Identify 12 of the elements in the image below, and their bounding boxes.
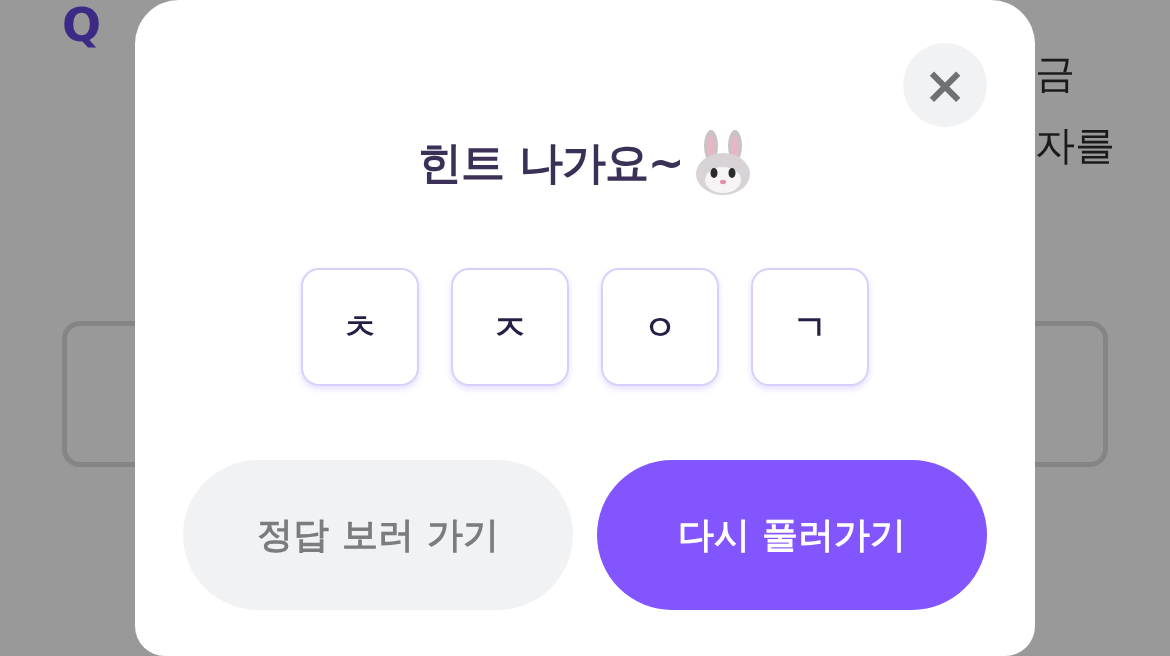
question-mark: Q xyxy=(62,2,102,48)
modal-title: 힌트 나가요~ xyxy=(418,136,684,190)
hint-tile: ㅊ xyxy=(301,268,419,386)
retry-button[interactable]: 다시 풀러가기 xyxy=(597,460,987,610)
answer-button[interactable]: 정답 보러 가기 xyxy=(183,460,573,610)
rabbit-icon xyxy=(693,130,752,196)
hint-tile: ㅇ xyxy=(601,268,719,386)
hint-tile: ㄱ xyxy=(751,268,869,386)
question-text: 금 xyxy=(1035,53,1075,93)
question-text: 자를 xyxy=(1035,125,1115,165)
close-button[interactable]: × xyxy=(903,43,987,127)
hint-tile: ㅈ xyxy=(451,268,569,386)
